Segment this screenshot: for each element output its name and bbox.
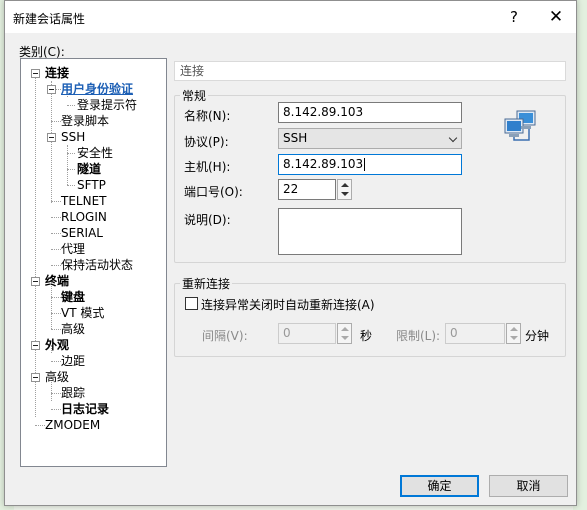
chevron-down-icon bbox=[448, 133, 458, 143]
tree-item-tunnel[interactable]: 隧道 bbox=[75, 161, 103, 177]
tree-item-advanced[interactable]: 高级 bbox=[43, 369, 71, 385]
name-input[interactable]: 8.142.89.103 bbox=[278, 102, 462, 123]
collapse-toggle-icon[interactable] bbox=[31, 277, 40, 286]
arrow-up-icon bbox=[341, 183, 349, 187]
tree-item-sftp[interactable]: SFTP bbox=[75, 177, 108, 193]
tree-line bbox=[67, 153, 75, 154]
reconnect-checkbox-label[interactable]: 连接异常关闭时自动重新连接(A) bbox=[201, 296, 375, 313]
close-button[interactable]: ✕ bbox=[545, 7, 567, 27]
general-group-title: 常规 bbox=[180, 87, 209, 104]
arrow-up-icon bbox=[341, 327, 349, 331]
tree-item-zmodem[interactable]: ZMODEM bbox=[43, 417, 102, 433]
tree-item-ssh[interactable]: SSH bbox=[59, 129, 87, 145]
protocol-value: SSH bbox=[283, 131, 308, 145]
tree-line bbox=[51, 81, 52, 203]
interval-label: 间隔(V): bbox=[202, 329, 248, 343]
tree-line bbox=[67, 185, 75, 186]
collapse-toggle-icon[interactable] bbox=[47, 133, 56, 142]
text-cursor bbox=[364, 158, 366, 171]
arrow-down-icon bbox=[510, 336, 518, 340]
tree-item-keepalive[interactable]: 保持活动状态 bbox=[59, 257, 135, 273]
tree-item-vt-mode[interactable]: VT 模式 bbox=[59, 305, 106, 321]
tree-item-telnet[interactable]: TELNET bbox=[59, 193, 109, 209]
collapse-toggle-icon[interactable] bbox=[31, 69, 40, 78]
tree-item-keyboard[interactable]: 键盘 bbox=[59, 289, 87, 305]
category-tree[interactable]: 连接 用户身份验证 登录提示符 登录脚本 SSH 安全性 隧道 SFTP TEL… bbox=[20, 58, 167, 467]
tree-item-login-prompt[interactable]: 登录提示符 bbox=[75, 97, 139, 113]
interval-input[interactable]: 0 bbox=[278, 323, 336, 344]
limit-spinner[interactable] bbox=[506, 323, 521, 344]
tree-item-logging[interactable]: 日志记录 bbox=[59, 401, 111, 417]
section-title: 连接 bbox=[174, 61, 566, 81]
host-input[interactable]: 8.142.89.103 bbox=[278, 154, 462, 175]
collapse-toggle-icon[interactable] bbox=[31, 373, 40, 382]
arrow-down-icon bbox=[341, 192, 349, 196]
help-button[interactable]: ? bbox=[503, 7, 525, 27]
window-title: 新建会话属性 bbox=[13, 12, 86, 26]
port-input[interactable]: 22 bbox=[278, 179, 336, 200]
reconnect-checkbox[interactable] bbox=[185, 297, 198, 310]
cancel-button[interactable]: 取消 bbox=[489, 475, 568, 497]
arrow-up-icon bbox=[510, 327, 518, 331]
session-properties-dialog: 新建会话属性 ? ✕ 类别(C): 连接 用户身份验证 登录提示符 登录脚本 S… bbox=[4, 0, 577, 506]
tree-line bbox=[35, 77, 36, 417]
tree-item-margins[interactable]: 边距 bbox=[59, 353, 87, 369]
tree-line bbox=[67, 105, 75, 106]
tree-item-terminal[interactable]: 终端 bbox=[43, 273, 71, 289]
tree-item-appearance[interactable]: 外观 bbox=[43, 337, 71, 353]
tree-item-user-auth[interactable]: 用户身份验证 bbox=[59, 81, 135, 97]
description-label: 说明(D): bbox=[184, 213, 231, 227]
tree-item-trace[interactable]: 跟踪 bbox=[59, 385, 87, 401]
limit-unit: 分钟 bbox=[525, 329, 550, 343]
tree-item-connection[interactable]: 连接 bbox=[43, 65, 71, 81]
description-textarea[interactable] bbox=[278, 208, 462, 255]
reconnect-group bbox=[174, 283, 566, 357]
network-computers-icon bbox=[504, 110, 536, 141]
protocol-label: 协议(P): bbox=[184, 135, 229, 149]
collapse-toggle-icon[interactable] bbox=[47, 85, 56, 94]
protocol-select[interactable]: SSH bbox=[278, 128, 462, 149]
arrow-down-icon bbox=[341, 336, 349, 340]
tree-line bbox=[67, 145, 68, 185]
port-label: 端口号(O): bbox=[184, 185, 243, 199]
name-label: 名称(N): bbox=[184, 109, 231, 123]
tree-item-rlogin[interactable]: RLOGIN bbox=[59, 209, 109, 225]
tree-item-proxy[interactable]: 代理 bbox=[59, 241, 87, 257]
host-label: 主机(H): bbox=[184, 160, 231, 174]
interval-spinner[interactable] bbox=[337, 323, 352, 344]
collapse-toggle-icon[interactable] bbox=[31, 341, 40, 350]
tree-item-serial[interactable]: SERIAL bbox=[59, 225, 105, 241]
ok-button[interactable]: 确定 bbox=[400, 475, 479, 497]
tree-line bbox=[67, 169, 75, 170]
limit-label: 限制(L): bbox=[396, 329, 441, 343]
tree-item-security[interactable]: 安全性 bbox=[75, 145, 115, 161]
reconnect-group-title: 重新连接 bbox=[180, 275, 233, 292]
tree-item-login-script[interactable]: 登录脚本 bbox=[59, 113, 111, 129]
title-bar: 新建会话属性 ? ✕ bbox=[5, 1, 576, 33]
limit-input[interactable]: 0 bbox=[445, 323, 505, 344]
port-spinner[interactable] bbox=[337, 179, 352, 200]
host-value: 8.142.89.103 bbox=[283, 157, 364, 171]
tree-item-terminal-advanced[interactable]: 高级 bbox=[59, 321, 87, 337]
interval-unit: 秒 bbox=[360, 329, 373, 343]
